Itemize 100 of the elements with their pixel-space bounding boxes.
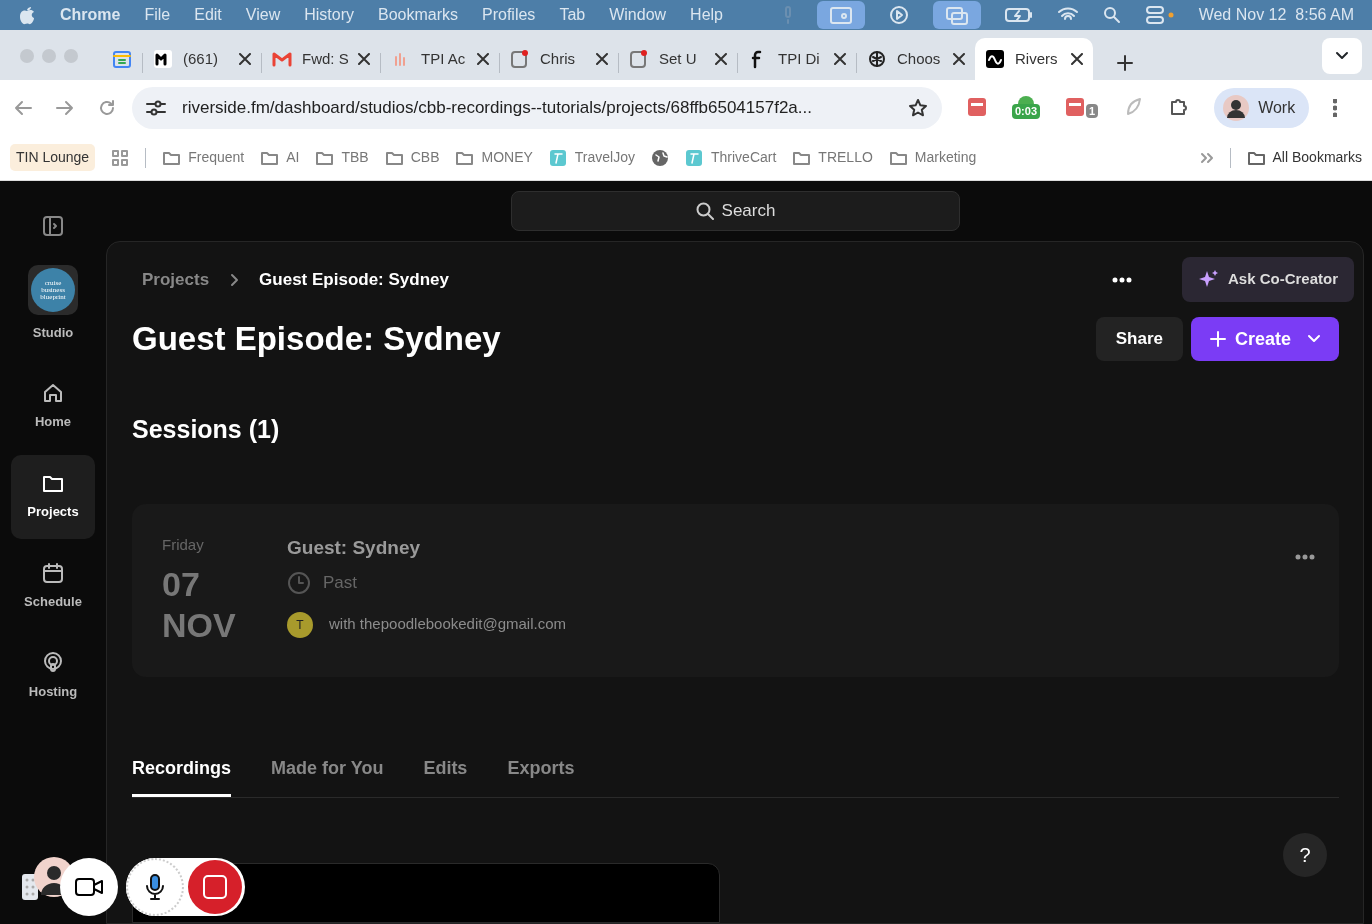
session-title: Guest: Sydney: [287, 535, 422, 560]
screen-share-button[interactable]: [816, 1, 865, 29]
bookmark[interactable]: TBB: [315, 147, 369, 168]
tab-menu-button[interactable]: [1322, 38, 1362, 74]
bookmark[interactable]: TravelJoy: [548, 147, 635, 168]
content-tab[interactable]: Exports: [507, 754, 575, 797]
chevrons-icon[interactable]: [1199, 151, 1214, 164]
close-icon[interactable]: [715, 53, 727, 65]
grid-icon: [111, 148, 130, 167]
address-bar[interactable]: riverside.fm/dashboard/studios/cbb-recordings--tutorials/projects/68ffb6504157f2a...: [132, 86, 942, 129]
browser-tab[interactable]: Fwd: S: [262, 38, 380, 80]
bookmark[interactable]: MONEY: [455, 147, 533, 168]
bookmark[interactable]: TIN Lounge: [10, 144, 96, 171]
wifi-icon[interactable]: [1056, 7, 1079, 23]
bookmark[interactable]: Marketing: [888, 147, 977, 168]
menu-item[interactable]: Tab: [559, 3, 586, 27]
extension-button[interactable]: 0:03: [1012, 96, 1041, 119]
close-icon[interactable]: [596, 53, 608, 65]
menu-item[interactable]: Help: [690, 3, 723, 27]
close-icon[interactable]: [239, 53, 251, 65]
menu-item[interactable]: Bookmarks: [378, 3, 458, 27]
menu-item[interactable]: View: [245, 3, 281, 27]
browser-tab[interactable]: Chris: [500, 38, 618, 80]
sidebar-item[interactable]: Projects: [11, 454, 95, 539]
browser-tab[interactable]: Choos: [857, 38, 975, 80]
windows-icon: [944, 5, 969, 26]
sidebar-item[interactable]: Home: [11, 364, 95, 449]
globe-icon: [651, 148, 669, 167]
session-card[interactable]: Friday 07 NOV Guest: Sydney Past T with thepoodlebookedit@gmail.com: [132, 503, 1339, 677]
extension-button[interactable]: 1: [1064, 96, 1099, 119]
search-icon: [695, 202, 714, 220]
avatar-icon: [1222, 93, 1251, 122]
bookmark[interactable]: CBB: [384, 147, 440, 168]
bookmark[interactable]: Frequent: [162, 147, 245, 168]
content-tab[interactable]: Recordings: [132, 754, 232, 797]
extension-button[interactable]: [966, 96, 988, 119]
help-button[interactable]: ?: [1283, 833, 1327, 877]
more-icon[interactable]: [1295, 553, 1315, 560]
battery-icon[interactable]: [1004, 7, 1033, 23]
browser-tab[interactable]: TPI Di: [738, 38, 856, 80]
menu-item[interactable]: Profiles: [482, 3, 536, 27]
browser-tab[interactable]: Set U: [619, 38, 737, 80]
close-icon[interactable]: [358, 53, 370, 65]
browser-tab[interactable]: (661): [143, 38, 261, 80]
bookmark[interactable]: TRELLO: [792, 147, 873, 168]
site-icon: [548, 148, 567, 167]
close-icon[interactable]: [834, 53, 846, 65]
session-status: Past: [323, 572, 358, 594]
site-settings-icon[interactable]: [146, 99, 166, 116]
bookmark[interactable]: ThriveCart: [685, 147, 777, 168]
play-icon[interactable]: [888, 5, 909, 25]
search-icon[interactable]: [1102, 6, 1121, 24]
control-center-icon[interactable]: [1144, 5, 1175, 25]
page-title: Guest Episode: Sydney: [132, 319, 502, 359]
extension-badge: 0:03: [1012, 104, 1041, 119]
breadcrumb-link[interactable]: Projects: [142, 266, 210, 293]
home-icon: [42, 381, 64, 404]
section-heading: Sessions (1): [132, 414, 281, 445]
app-icon: [966, 96, 988, 119]
back-icon[interactable]: [14, 99, 32, 116]
stop-recording-button[interactable]: [188, 860, 242, 914]
plus-icon[interactable]: [1117, 55, 1133, 71]
browser-tab[interactable]: Rivers: [975, 38, 1093, 80]
session-month: NOV: [162, 604, 237, 646]
star-icon[interactable]: [908, 97, 928, 118]
chevron-down-icon: [1307, 334, 1321, 344]
search-field[interactable]: Search: [511, 191, 960, 231]
forward-icon[interactable]: [56, 99, 74, 116]
app-menu[interactable]: Chrome: [60, 3, 121, 27]
url-text: riverside.fm/dashboard/studios/cbb-recordings--tutorials/projects/68ffb6504157f2a...: [182, 96, 813, 119]
sidebar-toggle-icon[interactable]: [42, 215, 64, 237]
chevron-right-icon: [229, 272, 240, 287]
podcast-icon: [42, 651, 64, 674]
close-icon[interactable]: [477, 53, 489, 65]
reload-icon[interactable]: [98, 98, 116, 117]
menu-item[interactable]: File: [144, 3, 171, 27]
create-button[interactable]: Create: [1190, 317, 1339, 361]
menu-item[interactable]: Edit: [194, 3, 222, 27]
menu-item[interactable]: Window: [609, 3, 667, 27]
co-creator-button[interactable]: Ask Co-Creator: [1181, 257, 1354, 302]
content-tab[interactable]: Edits: [423, 754, 468, 797]
close-icon[interactable]: [953, 53, 965, 65]
chevron-down-icon: [1335, 51, 1349, 61]
screen-person-icon: [828, 5, 853, 26]
microphone-button[interactable]: [126, 858, 184, 916]
sidebar-item[interactable]: Schedule: [11, 544, 95, 629]
bookmark[interactable]: [111, 148, 130, 167]
content-tab[interactable]: Made for You: [271, 754, 384, 797]
profile-button[interactable]: Work: [1214, 87, 1310, 128]
sidebar-item[interactable]: Hosting: [11, 634, 95, 719]
windows-button[interactable]: [932, 1, 981, 29]
share-button[interactable]: Share: [1095, 317, 1183, 361]
close-icon[interactable]: [1071, 53, 1083, 65]
more-icon[interactable]: [1111, 276, 1132, 283]
browser-tab[interactable]: TPI Ac: [381, 38, 499, 80]
microphone-icon: [145, 873, 165, 901]
bookmark[interactable]: AI: [260, 147, 300, 168]
menu-item[interactable]: History: [304, 3, 354, 27]
bookmark[interactable]: [651, 148, 669, 167]
bookmark[interactable]: All Bookmarks: [1246, 147, 1362, 168]
